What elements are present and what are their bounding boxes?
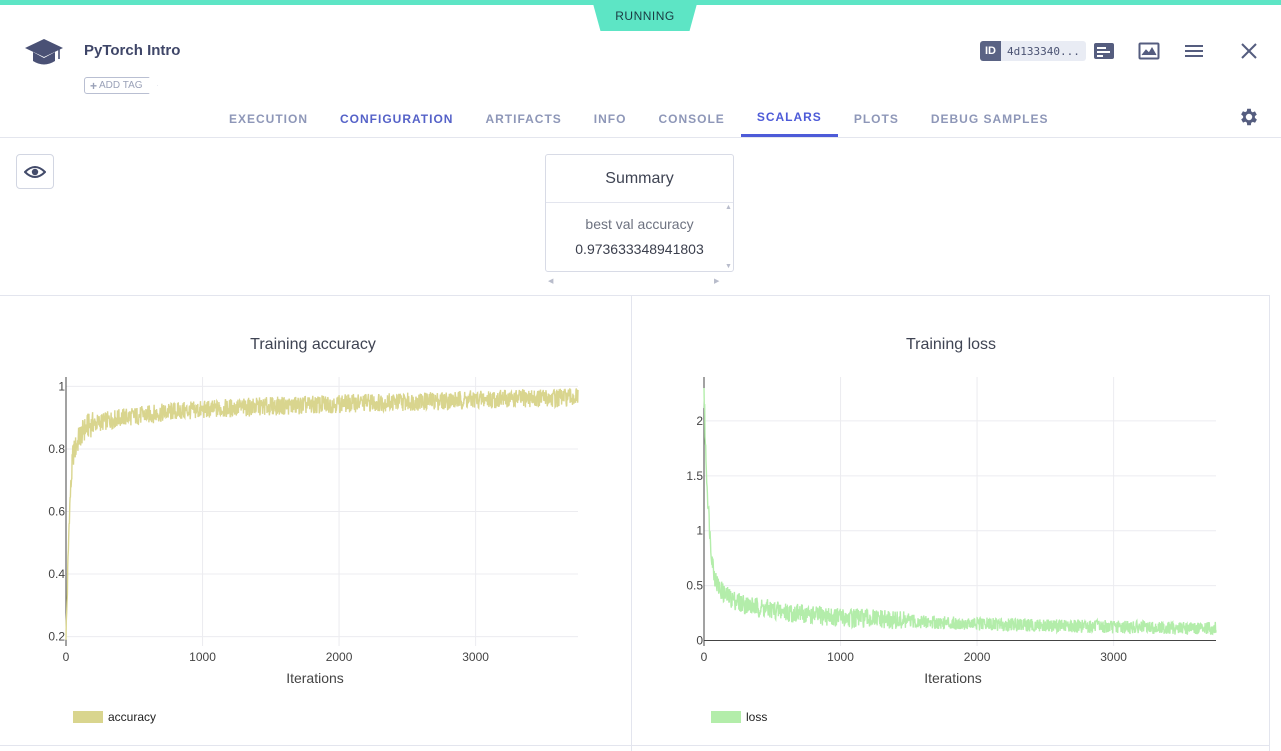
- accuracy-series-line: [65, 388, 579, 640]
- accuracy-chart-title: Training accuracy: [250, 336, 376, 353]
- loss-y-tick-label: 1.5: [686, 469, 703, 483]
- gear-icon[interactable]: [1238, 106, 1260, 128]
- status-badge: RUNNING: [592, 0, 698, 31]
- accuracy-y-tick-label: 0.2: [48, 630, 65, 644]
- menu-icon[interactable]: [1182, 40, 1206, 62]
- header-divider: [0, 137, 1281, 138]
- plus-icon: +: [90, 78, 98, 93]
- scroll-down-icon[interactable]: ▼: [725, 263, 732, 270]
- accuracy-x-tick-label: 0: [63, 650, 70, 664]
- summary-metric-label: best val accuracy: [585, 216, 694, 232]
- loss-x-tick-label: 3000: [1100, 650, 1127, 664]
- id-value: 4d133340...: [1001, 41, 1086, 61]
- summary-metric-value: 0.973633348941803: [575, 241, 704, 257]
- accuracy-y-tick-label: 0.6: [48, 505, 65, 519]
- accuracy-legend-swatch: [73, 711, 103, 723]
- loss-legend-swatch: [711, 711, 741, 723]
- experiment-tabs: EXECUTION CONFIGURATION ARTIFACTS INFO C…: [213, 100, 1065, 138]
- loss-x-tick-label: 1000: [827, 650, 854, 664]
- scroll-left-icon[interactable]: ◀: [548, 277, 553, 285]
- loss-chart-title: Training loss: [906, 336, 996, 353]
- graduation-cap-icon: [25, 39, 63, 65]
- loss-y-tick-label: 1: [696, 524, 703, 538]
- tab-plots[interactable]: PLOTS: [838, 100, 915, 137]
- loss-x-tick-label: 2000: [964, 650, 991, 664]
- accuracy-chart-panel: Training accuracy 0 1000 2000 3000 0.2 0.4 0.6 0…: [0, 296, 631, 745]
- accuracy-y-tick-label: 1: [58, 379, 65, 393]
- panels-divider-bottom: [0, 745, 1270, 746]
- summary-title: Summary: [546, 155, 733, 203]
- visibility-toggle-button[interactable]: [16, 154, 54, 189]
- loss-chart[interactable]: Training loss 0 1000 2000 3000 0 0.5 1 1.5 2 Itera…: [632, 296, 1269, 745]
- tab-artifacts[interactable]: ARTIFACTS: [469, 100, 577, 137]
- accuracy-x-tick-label: 1000: [189, 650, 216, 664]
- summary-panel: Summary best val accuracy 0.973633348941…: [545, 154, 734, 272]
- experiment-id[interactable]: ID 4d133340...: [980, 41, 1086, 61]
- accuracy-legend-label: accuracy: [108, 710, 156, 724]
- scroll-up-icon[interactable]: ▲: [725, 204, 732, 211]
- tab-debug-samples[interactable]: DEBUG SAMPLES: [915, 100, 1065, 137]
- close-icon[interactable]: [1237, 40, 1261, 62]
- accuracy-y-tick-label: 0.4: [48, 567, 65, 581]
- id-badge: ID: [980, 41, 1001, 61]
- details-icon[interactable]: [1092, 40, 1116, 62]
- chart-panel-icon[interactable]: [1137, 40, 1161, 62]
- loss-chart-panel: Training loss 0 1000 2000 3000 0 0.5 1 1.5 2 Itera…: [632, 296, 1269, 745]
- scroll-right-icon[interactable]: ▶: [714, 277, 719, 285]
- panels-divider-right: [1269, 296, 1270, 751]
- add-tag-label: ADD TAG: [99, 80, 143, 91]
- accuracy-chart[interactable]: Training accuracy 0 1000 2000 3000 0.2 0.4 0.6 0…: [0, 296, 631, 745]
- page-title: PyTorch Intro: [84, 42, 181, 59]
- eye-icon: [24, 165, 46, 178]
- loss-x-tick-label: 0: [701, 650, 708, 664]
- tab-console[interactable]: CONSOLE: [642, 100, 740, 137]
- accuracy-x-tick-label: 3000: [462, 650, 489, 664]
- add-tag-button[interactable]: + ADD TAG: [84, 77, 158, 94]
- accuracy-x-axis-label: Iterations: [286, 670, 344, 686]
- loss-y-tick-label: 2: [696, 414, 703, 428]
- loss-y-tick-label: 0: [696, 634, 703, 648]
- loss-series-line: [703, 387, 1217, 636]
- loss-y-tick-label: 0.5: [686, 579, 703, 593]
- loss-legend-label: loss: [746, 710, 767, 724]
- accuracy-x-tick-label: 2000: [326, 650, 353, 664]
- loss-x-axis-label: Iterations: [924, 670, 982, 686]
- tab-info[interactable]: INFO: [578, 100, 643, 137]
- tab-configuration[interactable]: CONFIGURATION: [324, 100, 469, 137]
- tab-execution[interactable]: EXECUTION: [213, 100, 324, 137]
- accuracy-y-tick-label: 0.8: [48, 442, 65, 456]
- tab-scalars[interactable]: SCALARS: [740, 100, 838, 137]
